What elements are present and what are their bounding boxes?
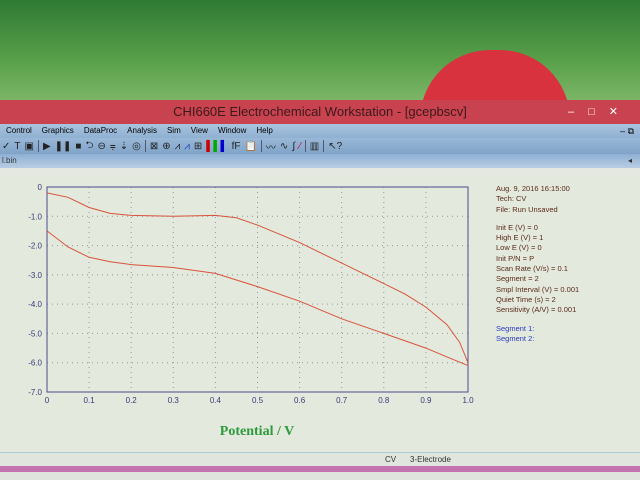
- menu-sim[interactable]: Sim: [167, 124, 181, 138]
- text-box-icon[interactable]: ▣: [25, 141, 34, 152]
- x-tick-label: 0.7: [336, 396, 348, 405]
- desktop-background: [0, 0, 640, 120]
- segment-1-label: Segment 1:: [496, 323, 535, 333]
- x-tick-label: 0.1: [84, 396, 96, 405]
- x-tick-label: 0.5: [252, 396, 264, 405]
- run-icon[interactable]: ▶: [43, 141, 51, 152]
- help-pointer-icon[interactable]: ↖?: [328, 141, 342, 152]
- y-tick-label: -2.0: [28, 242, 42, 251]
- x-tick-label: 0.2: [126, 396, 138, 405]
- y-tick-label: -1.0: [28, 212, 42, 221]
- x-tick-label: 0.8: [378, 396, 390, 405]
- scroll-left-icon[interactable]: ◂: [628, 154, 632, 168]
- run-date: Aug. 9, 2016 16:15:00: [496, 184, 570, 193]
- param-scan-rate: Scan Rate (V/s) = 0.1: [496, 264, 568, 274]
- clipboard-icon[interactable]: 📋: [244, 141, 256, 152]
- close-icon[interactable]: ✕: [609, 106, 632, 118]
- menu-graphics[interactable]: Graphics: [42, 124, 74, 138]
- status-electrode-mode: 3-Electrode: [410, 455, 451, 464]
- x-tick-label: 0.9: [420, 396, 432, 405]
- smooth-icon[interactable]: 〰: [266, 139, 276, 154]
- series-line-segment-2: [46, 230, 469, 367]
- reverse-icon[interactable]: ⮌: [85, 138, 93, 155]
- minimize-icon[interactable]: –: [568, 106, 588, 118]
- title-bar: CHI660E Electrochemical Workstation - [g…: [0, 100, 640, 124]
- menu-window[interactable]: Window: [218, 124, 246, 138]
- ir-comp-icon[interactable]: ⩦: [110, 141, 116, 152]
- x-tick-label: 0.3: [168, 396, 180, 405]
- x-tick-label: 1.0: [462, 396, 474, 405]
- menu-view[interactable]: View: [191, 124, 208, 138]
- status-bar: CV 3-Electrode: [0, 452, 640, 466]
- x-axis-label: Potential / V: [220, 424, 294, 439]
- param-segment: Segment = 2: [496, 274, 539, 284]
- param-sample-interval: Smpl Interval (V) = 0.001: [496, 284, 580, 294]
- toolbar: ✓ T ▣ ▶ ❚❚ ■ ⮌ ⊖ ⩦ ⇣ ◎ ⊠ ⊕ ⩘ ⩘ ⊞ ▌▌▌ fF …: [0, 138, 640, 154]
- param-init-e: Init E (V) = 0: [496, 222, 538, 232]
- menu-help[interactable]: Help: [256, 124, 272, 138]
- integrate-icon[interactable]: ∫: [292, 141, 295, 152]
- tech-label: Tech: CV: [496, 194, 527, 204]
- param-quiet-time: Quiet Time (s) = 2: [496, 294, 556, 304]
- param-init-pn: Init P/N = P: [496, 253, 535, 263]
- stir-icon[interactable]: ⊖: [97, 141, 105, 152]
- graph-icon[interactable]: ⊠: [150, 141, 158, 152]
- menu-bar: Control Graphics DataProc Analysis Sim V…: [0, 124, 640, 138]
- x-tick-label: 0.6: [294, 396, 306, 405]
- grid-icon[interactable]: ▥: [310, 141, 319, 152]
- stop-icon[interactable]: ■: [75, 141, 81, 152]
- interpolate-icon[interactable]: ⁄: [299, 141, 301, 152]
- param-high-e: High E (V) = 1: [496, 233, 544, 243]
- maximize-icon[interactable]: □: [588, 106, 609, 118]
- text-icon[interactable]: T: [14, 141, 20, 152]
- file-tab-bar: l.bin ◂: [0, 154, 640, 168]
- mdi-restore-icon[interactable]: – ⧉: [620, 124, 634, 138]
- pause-icon[interactable]: ❚❚: [55, 141, 72, 152]
- add-data-icon[interactable]: ⊞: [194, 141, 202, 152]
- peak-icon[interactable]: ⩘: [175, 141, 181, 152]
- zoom-icon[interactable]: ⊕: [162, 141, 170, 152]
- file-tab[interactable]: l.bin: [2, 156, 17, 165]
- font-icon[interactable]: fF: [232, 141, 241, 152]
- y-tick-label: -5.0: [28, 329, 42, 338]
- file-label: File: Run Unsaved: [496, 204, 558, 214]
- filter-icon[interactable]: ⇣: [120, 141, 128, 152]
- experiment-info: Aug. 9, 2016 16:15:00 Tech: CV File: Run…: [496, 184, 579, 344]
- y-tick-label: -6.0: [28, 359, 42, 368]
- x-tick-label: 0: [45, 396, 50, 405]
- param-low-e: Low E (V) = 0: [496, 243, 542, 253]
- status-tech: CV: [385, 455, 397, 464]
- menu-control[interactable]: Control: [6, 124, 32, 138]
- param-sensitivity: Sensitivity (A/V) = 0.001: [496, 305, 577, 315]
- y-tick-label: -4.0: [28, 300, 42, 309]
- menu-dataproc[interactable]: DataProc: [84, 124, 117, 138]
- window-title: CHI660E Electrochemical Workstation - [g…: [173, 104, 467, 119]
- color-icon[interactable]: ▌▌▌: [206, 141, 227, 152]
- derivative-icon[interactable]: ∿: [280, 141, 288, 152]
- menu-analysis[interactable]: Analysis: [127, 124, 157, 138]
- cell-icon[interactable]: ◎: [132, 141, 141, 152]
- y-tick-label: -3.0: [28, 271, 42, 280]
- y-tick-label: 0: [38, 183, 43, 192]
- x-tick-label: 0.4: [210, 396, 222, 405]
- overlay-icon[interactable]: ⩘: [184, 141, 190, 152]
- segment-2-label: Segment 2:: [496, 333, 535, 343]
- y-tick-label: -7.0: [28, 388, 42, 397]
- cv-chart: 0 0.1 0.2 0.3 0.4 0.5 0.6 0.7 0.8 0.9 1.0 0 -1.0 -2.0…: [28, 183, 474, 439]
- plot-area: 0 0.1 0.2 0.3 0.4 0.5 0.6 0.7 0.8 0.9 1.0 0 -1.0 -2.0…: [0, 176, 640, 452]
- system-icon[interactable]: ✓: [2, 141, 10, 152]
